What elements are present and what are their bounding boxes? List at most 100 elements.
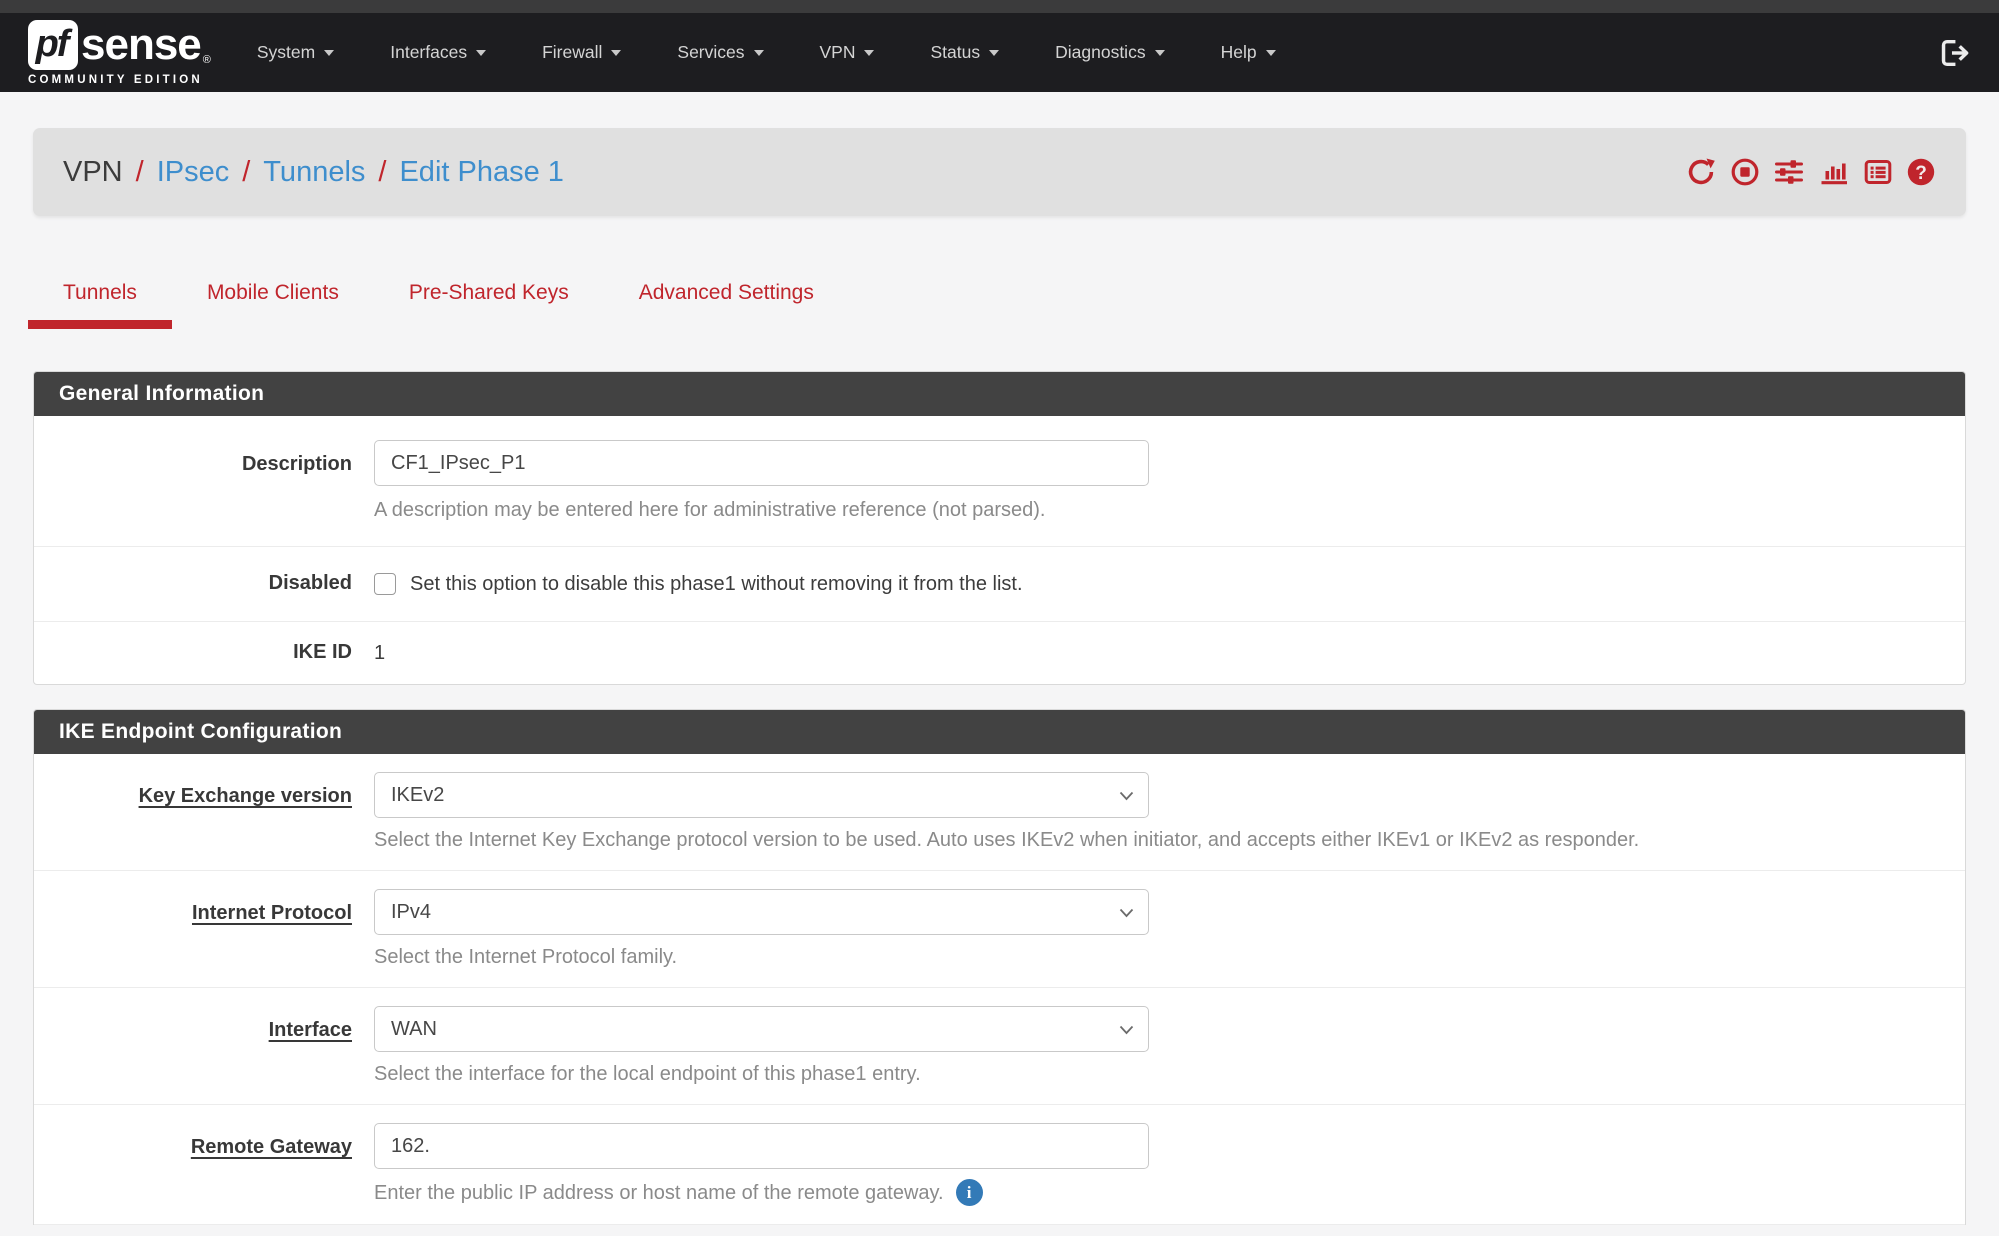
internet-protocol-help: Select the Internet Protocol family. — [374, 945, 1965, 969]
row-interface: Interface WAN Select the interface for t… — [34, 988, 1965, 1105]
log-icon[interactable] — [1863, 157, 1893, 187]
internet-protocol-control: IPv4 Select the Internet Protocol family… — [374, 889, 1965, 969]
breadcrumb-separator: / — [136, 156, 144, 189]
edition-label: COMMUNITY EDITION — [28, 74, 211, 86]
interface-control: WAN Select the interface for the local e… — [374, 1006, 1965, 1086]
interface-select[interactable]: WAN — [374, 1006, 1149, 1052]
ike-id-label: IKE ID — [34, 640, 374, 666]
internet-protocol-select[interactable]: IPv4 — [374, 889, 1149, 935]
sign-out-icon[interactable] — [1941, 39, 1971, 67]
nav-item-diagnostics[interactable]: Diagnostics — [1055, 42, 1164, 63]
pfsense-logo[interactable]: pf sense ® COMMUNITY EDITION — [28, 20, 211, 86]
refresh-icon[interactable] — [1685, 157, 1717, 187]
disabled-label: Disabled — [34, 571, 374, 597]
nav-item-label: Services — [677, 42, 744, 63]
row-disabled: Disabled Set this option to disable this… — [34, 547, 1965, 622]
tab-tunnels[interactable]: Tunnels — [28, 262, 172, 329]
tab-mobile-clients[interactable]: Mobile Clients — [172, 262, 374, 329]
description-input[interactable] — [374, 440, 1149, 486]
chart-bar-icon[interactable] — [1818, 157, 1850, 187]
disabled-checkbox[interactable] — [374, 573, 396, 595]
panel-general-title: General Information — [34, 372, 1965, 416]
breadcrumb-vpn: VPN — [63, 156, 123, 189]
disabled-checkbox-text: Set this option to disable this phase1 w… — [410, 571, 1023, 597]
row-key-exchange: Key Exchange version IKEv2 Select the In… — [34, 754, 1965, 871]
row-description: Description A description may be entered… — [34, 416, 1965, 547]
description-control: A description may be entered here for ad… — [374, 440, 1965, 522]
tab-pre-shared-keys[interactable]: Pre-Shared Keys — [374, 262, 604, 329]
row-internet-protocol: Internet Protocol IPv4 Select the Intern… — [34, 871, 1965, 988]
breadcrumb-separator: / — [378, 156, 386, 189]
nav-item-label: Diagnostics — [1055, 42, 1145, 63]
disabled-control: Set this option to disable this phase1 w… — [374, 571, 1965, 597]
nav-item-label: VPN — [820, 42, 856, 63]
panel-ike-endpoint: IKE Endpoint Configuration Key Exchange … — [33, 709, 1966, 1225]
caret-down-icon — [476, 50, 486, 56]
caret-down-icon — [864, 50, 874, 56]
breadcrumb-separator: / — [242, 156, 250, 189]
caret-down-icon — [324, 50, 334, 56]
description-help: A description may be entered here for ad… — [374, 498, 1965, 522]
breadcrumb: VPN / IPsec / Tunnels / Edit Phase 1 — [63, 156, 564, 189]
nav-item-label: Firewall — [542, 42, 602, 63]
key-exchange-label[interactable]: Key Exchange version — [34, 772, 374, 852]
nav-item-label: Help — [1221, 42, 1257, 63]
nav-item-label: System — [257, 42, 315, 63]
pfsense-logo-wordmark: pf sense ® — [28, 20, 211, 70]
top-strip — [0, 0, 1999, 13]
breadcrumb-ipsec[interactable]: IPsec — [157, 156, 230, 189]
remote-gateway-control: Enter the public IP address or host name… — [374, 1123, 1965, 1206]
breadcrumb-edit-phase-1[interactable]: Edit Phase 1 — [399, 156, 563, 189]
ike-id-control: 1 — [374, 640, 1965, 666]
remote-gateway-help-text: Enter the public IP address or host name… — [374, 1181, 944, 1205]
tab-advanced-settings[interactable]: Advanced Settings — [604, 262, 849, 329]
nav-item-services[interactable]: Services — [677, 42, 763, 63]
key-exchange-help: Select the Internet Key Exchange protoco… — [374, 828, 1965, 852]
pf-logo-tile: pf — [28, 20, 78, 70]
interface-help: Select the interface for the local endpo… — [374, 1062, 1965, 1086]
interface-select-wrap: WAN — [374, 1006, 1149, 1052]
info-icon[interactable]: i — [956, 1179, 983, 1206]
row-remote-gateway: Remote Gateway Enter the public IP addre… — [34, 1105, 1965, 1225]
nav-item-label: Status — [930, 42, 980, 63]
tab-bar: Tunnels Mobile Clients Pre-Shared Keys A… — [28, 262, 1999, 329]
nav-item-status[interactable]: Status — [930, 42, 999, 63]
ike-id-value: 1 — [374, 642, 385, 664]
caret-down-icon — [754, 50, 764, 56]
disabled-checkbox-line: Set this option to disable this phase1 w… — [374, 571, 1965, 597]
caret-down-icon — [1266, 50, 1276, 56]
main-navbar: pf sense ® COMMUNITY EDITION System Inte… — [0, 13, 1999, 92]
nav-item-firewall[interactable]: Firewall — [542, 42, 621, 63]
brand-name: sense — [81, 23, 201, 67]
description-label: Description — [34, 440, 374, 522]
remote-gateway-input[interactable] — [374, 1123, 1149, 1169]
internet-protocol-select-wrap: IPv4 — [374, 889, 1149, 935]
stop-icon[interactable] — [1730, 157, 1760, 187]
nav-item-vpn[interactable]: VPN — [820, 42, 875, 63]
nav-item-label: Interfaces — [390, 42, 467, 63]
nav-menu: System Interfaces Firewall Services VPN … — [257, 42, 1276, 63]
help-icon[interactable]: ? — [1906, 157, 1936, 187]
nav-item-help[interactable]: Help — [1221, 42, 1276, 63]
key-exchange-control: IKEv2 Select the Internet Key Exchange p… — [374, 772, 1965, 852]
remote-gateway-label[interactable]: Remote Gateway — [34, 1123, 374, 1206]
key-exchange-select[interactable]: IKEv2 — [374, 772, 1149, 818]
interface-label[interactable]: Interface — [34, 1006, 374, 1086]
registered-mark: ® — [203, 54, 211, 66]
row-ike-id: IKE ID 1 — [34, 622, 1965, 684]
svg-text:?: ? — [1915, 163, 1927, 184]
panel-general-information: General Information Description A descri… — [33, 371, 1966, 685]
caret-down-icon — [1155, 50, 1165, 56]
internet-protocol-label[interactable]: Internet Protocol — [34, 889, 374, 969]
sliders-icon[interactable] — [1773, 157, 1805, 187]
panel-ike-title: IKE Endpoint Configuration — [34, 710, 1965, 754]
breadcrumb-tunnels[interactable]: Tunnels — [263, 156, 365, 189]
nav-item-system[interactable]: System — [257, 42, 334, 63]
breadcrumb-actions: ? — [1685, 157, 1936, 187]
key-exchange-select-wrap: IKEv2 — [374, 772, 1149, 818]
nav-item-interfaces[interactable]: Interfaces — [390, 42, 486, 63]
remote-gateway-help: Enter the public IP address or host name… — [374, 1179, 1965, 1206]
caret-down-icon — [611, 50, 621, 56]
breadcrumb-bar: VPN / IPsec / Tunnels / Edit Phase 1 — [33, 128, 1966, 216]
caret-down-icon — [989, 50, 999, 56]
